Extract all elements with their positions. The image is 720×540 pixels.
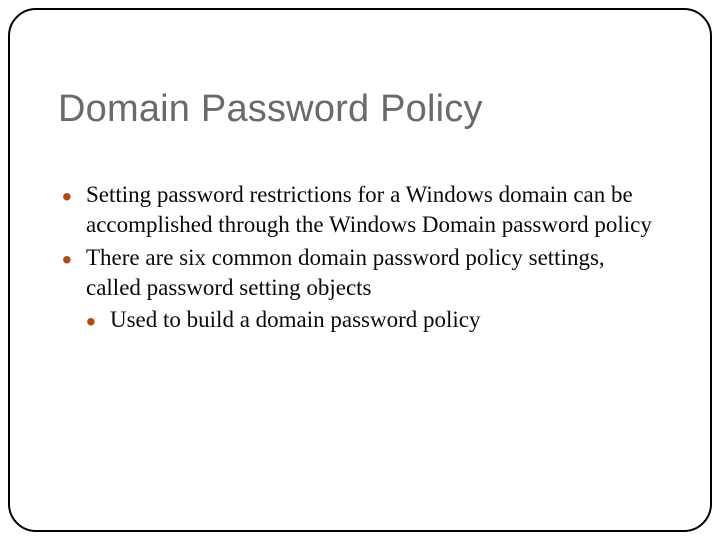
slide-title: Domain Password Policy: [58, 88, 483, 131]
bullet-text: There are six common domain password pol…: [86, 245, 605, 300]
sub-bullet-text: Used to build a domain password policy: [110, 307, 481, 332]
bullet-item: • There are six common domain password p…: [58, 243, 662, 304]
bullet-marker-icon: •: [86, 308, 96, 336]
sub-bullet-item: • Used to build a domain password policy: [58, 305, 662, 335]
bullet-text: Setting password restrictions for a Wind…: [86, 182, 652, 237]
bullet-marker-icon: •: [62, 183, 72, 211]
slide-frame: Domain Password Policy • Setting passwor…: [8, 8, 712, 532]
bullet-item: • Setting password restrictions for a Wi…: [58, 180, 662, 241]
bullet-marker-icon: •: [62, 246, 72, 274]
slide-body: • Setting password restrictions for a Wi…: [58, 180, 662, 336]
